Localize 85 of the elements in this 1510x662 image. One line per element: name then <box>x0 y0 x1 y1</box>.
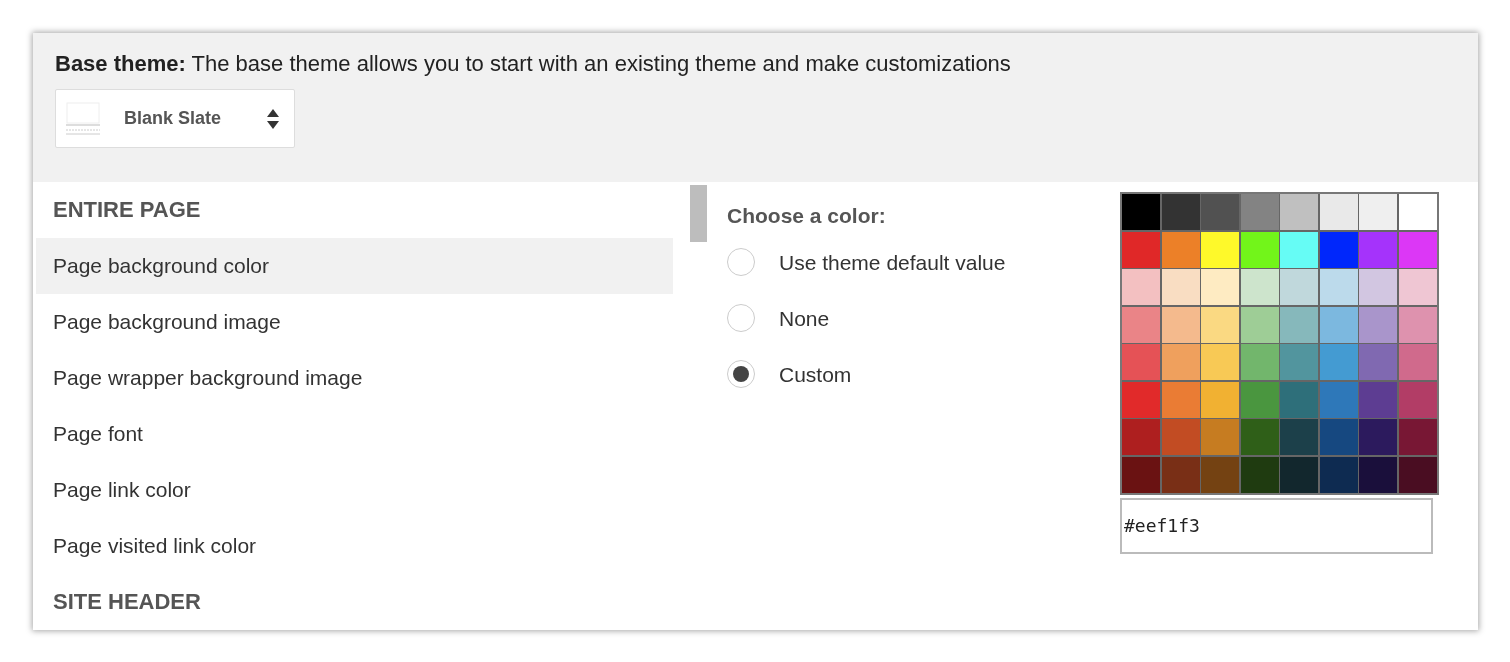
radio-button[interactable] <box>727 360 755 388</box>
color-swatch[interactable] <box>1161 269 1200 305</box>
option-label: Use theme default value <box>779 251 1006 274</box>
color-swatch[interactable] <box>1240 456 1279 493</box>
color-swatch[interactable] <box>1280 381 1318 418</box>
color-swatch[interactable] <box>1398 381 1437 418</box>
color-swatch[interactable] <box>1161 344 1200 380</box>
color-swatch[interactable] <box>1122 456 1160 493</box>
color-swatch[interactable] <box>1240 344 1279 380</box>
color-swatch[interactable] <box>1201 381 1239 418</box>
color-swatch[interactable] <box>1201 456 1239 493</box>
color-swatch[interactable] <box>1161 194 1200 230</box>
radio-button[interactable] <box>727 304 755 332</box>
setting-item[interactable]: Page wrapper background image <box>36 350 673 406</box>
color-swatch[interactable] <box>1398 306 1437 343</box>
sort-arrows-icon <box>266 107 280 130</box>
color-swatch[interactable] <box>1319 456 1358 493</box>
color-swatch[interactable] <box>1359 269 1397 305</box>
theme-dropdown[interactable]: Blank Slate <box>55 89 295 148</box>
color-swatch[interactable] <box>1319 194 1358 230</box>
section-heading: SITE HEADER <box>52 588 202 616</box>
color-swatch[interactable] <box>1280 456 1318 493</box>
chooser-title: Choose a color: <box>727 204 887 228</box>
setting-item[interactable]: Page font <box>36 406 673 462</box>
option-label: Custom <box>779 363 852 386</box>
color-swatch[interactable] <box>1280 231 1318 268</box>
color-swatch[interactable] <box>1398 419 1437 455</box>
color-swatch[interactable] <box>1319 231 1358 268</box>
color-swatch[interactable] <box>1201 269 1239 305</box>
color-swatch[interactable] <box>1280 419 1318 455</box>
color-swatch[interactable] <box>1398 269 1437 305</box>
color-swatch[interactable] <box>1280 306 1318 343</box>
color-swatch[interactable] <box>1201 194 1239 230</box>
color-swatch[interactable] <box>1161 381 1200 418</box>
setting-item[interactable]: Page visited link color <box>36 518 673 574</box>
color-swatch[interactable] <box>1319 381 1358 418</box>
base-theme-description: Base theme: The base theme allows you to start with an existing theme and make customizations <box>55 51 1012 77</box>
color-swatch[interactable] <box>1359 344 1397 380</box>
color-swatch[interactable] <box>1161 231 1200 268</box>
color-swatch[interactable] <box>1359 231 1397 268</box>
color-swatch[interactable] <box>1240 381 1279 418</box>
color-swatch[interactable] <box>1319 344 1358 380</box>
setting-item[interactable]: Page background color <box>36 238 673 294</box>
color-swatch[interactable] <box>1122 231 1160 268</box>
color-swatch[interactable] <box>1359 456 1397 493</box>
color-swatch[interactable] <box>1398 344 1437 380</box>
color-swatch[interactable] <box>1240 269 1279 305</box>
color-swatch[interactable] <box>1161 419 1200 455</box>
hex-color-input[interactable]: #eef1f3 <box>1120 497 1433 554</box>
theme-thumbnail-icon <box>66 101 100 136</box>
color-swatch[interactable] <box>1359 381 1397 418</box>
color-swatch[interactable] <box>1319 306 1358 343</box>
color-swatch[interactable] <box>1359 306 1397 343</box>
section-heading: ENTIRE PAGE <box>52 196 202 224</box>
color-swatch[interactable] <box>1240 194 1279 230</box>
color-swatch[interactable] <box>1122 269 1160 305</box>
color-swatch[interactable] <box>1161 306 1200 343</box>
color-swatch[interactable] <box>1398 231 1437 268</box>
color-swatch[interactable] <box>1122 306 1160 343</box>
color-swatch[interactable] <box>1240 306 1279 343</box>
color-swatch[interactable] <box>1240 231 1279 268</box>
color-swatch[interactable] <box>1122 419 1160 455</box>
color-swatch[interactable] <box>1161 456 1200 493</box>
color-swatch[interactable] <box>1280 194 1318 230</box>
color-swatch[interactable] <box>1359 419 1397 455</box>
color-swatch[interactable] <box>1319 419 1358 455</box>
scrollbar-thumb[interactable] <box>690 185 707 242</box>
color-swatch[interactable] <box>1319 269 1358 305</box>
color-swatch[interactable] <box>1359 194 1397 230</box>
color-swatch[interactable] <box>1201 344 1239 380</box>
color-swatch[interactable] <box>1240 419 1279 455</box>
color-swatch[interactable] <box>1122 194 1160 230</box>
radio-button[interactable] <box>727 248 755 276</box>
color-swatch[interactable] <box>1398 456 1437 493</box>
color-swatch[interactable] <box>1122 381 1160 418</box>
option-label: None <box>779 307 830 330</box>
setting-item[interactable]: Page background image <box>36 294 673 350</box>
color-swatch[interactable] <box>1201 419 1239 455</box>
color-swatch[interactable] <box>1122 344 1160 380</box>
color-swatch[interactable] <box>1398 194 1437 230</box>
color-swatch[interactable] <box>1201 306 1239 343</box>
setting-item[interactable]: Page link color <box>36 462 673 518</box>
color-swatch[interactable] <box>1280 269 1318 305</box>
color-swatch[interactable] <box>1280 344 1318 380</box>
color-swatch[interactable] <box>1201 231 1239 268</box>
